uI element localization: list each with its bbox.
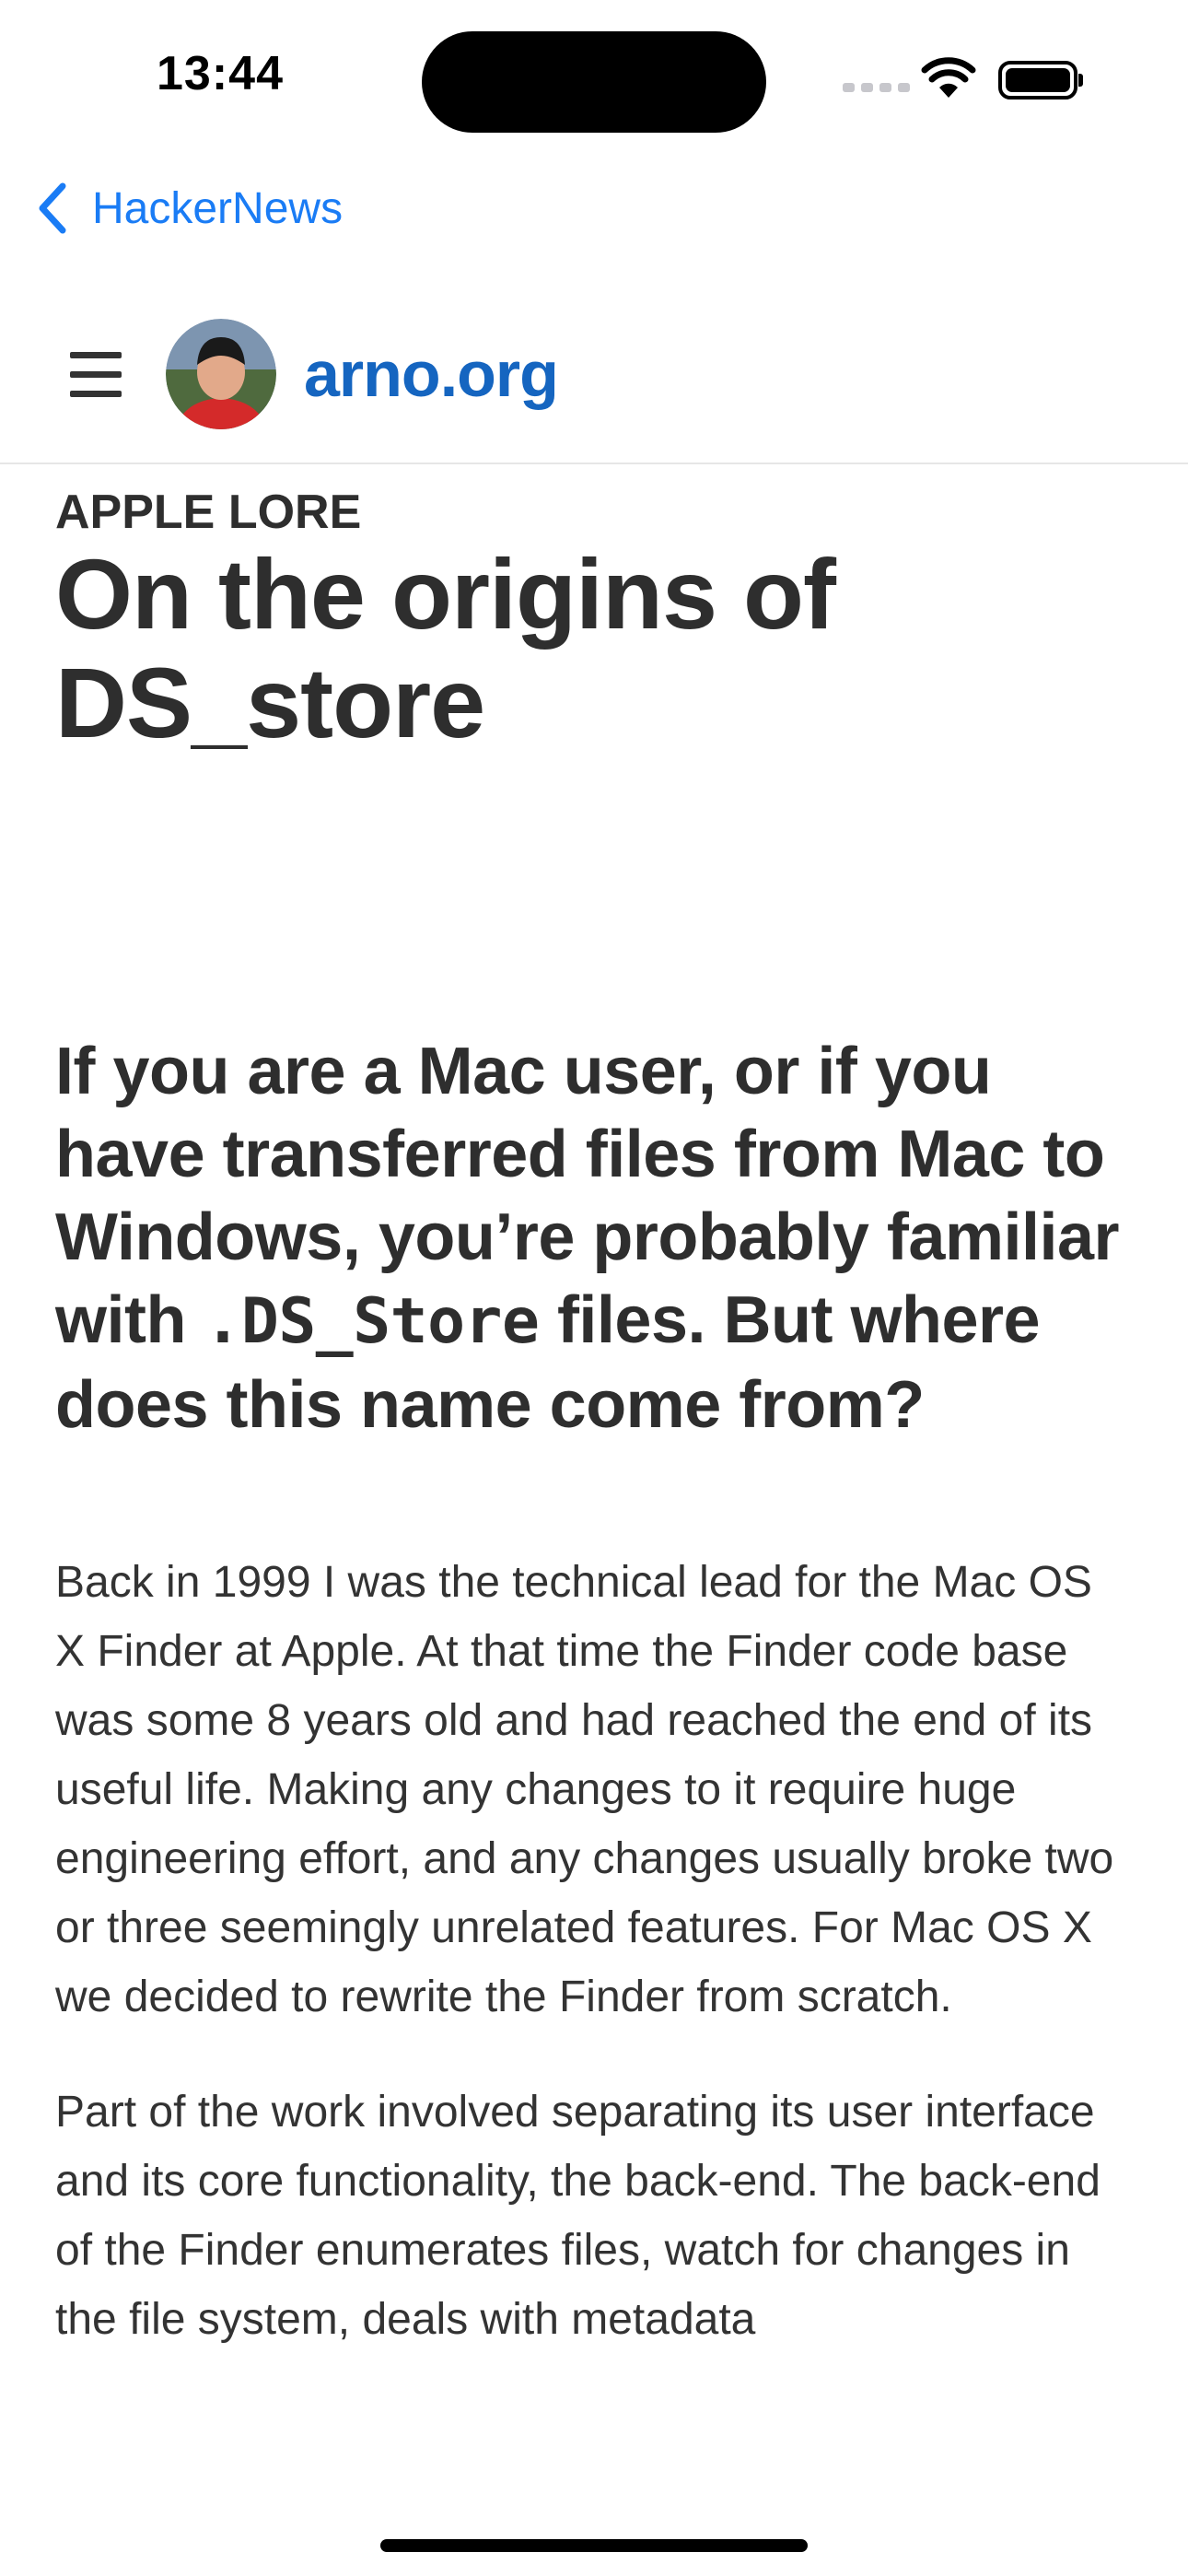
lead-code: .DS_Store xyxy=(204,1285,540,1358)
article-lead: If you are a Mac user, or if you have tr… xyxy=(55,1030,1133,1446)
article-title: On the origins of DS_store xyxy=(55,538,836,758)
status-bar: 13:44 xyxy=(0,0,1188,157)
chevron-left-icon xyxy=(39,182,66,234)
article-category[interactable]: APPLE LORE xyxy=(55,485,1133,540)
article-paragraph: Part of the work involved separating its… xyxy=(55,2088,1101,2344)
hamburger-menu-icon[interactable] xyxy=(70,352,125,400)
home-indicator[interactable] xyxy=(380,2539,808,2552)
dynamic-island xyxy=(422,31,766,133)
article: APPLE LORE On the origins of DS_store If… xyxy=(55,479,1133,2478)
avatar[interactable] xyxy=(166,319,276,429)
back-button-label: HackerNews xyxy=(92,183,344,233)
site-header: arno.org xyxy=(0,313,1188,464)
back-button[interactable]: HackerNews xyxy=(35,175,343,241)
wifi-icon xyxy=(921,57,976,98)
cellular-signal-icon xyxy=(843,83,910,92)
site-title-link[interactable]: arno.org xyxy=(304,337,559,411)
battery-icon xyxy=(998,61,1083,100)
article-paragraph: Back in 1999 I was the technical lead fo… xyxy=(55,1558,1114,2021)
status-time: 13:44 xyxy=(157,47,284,100)
